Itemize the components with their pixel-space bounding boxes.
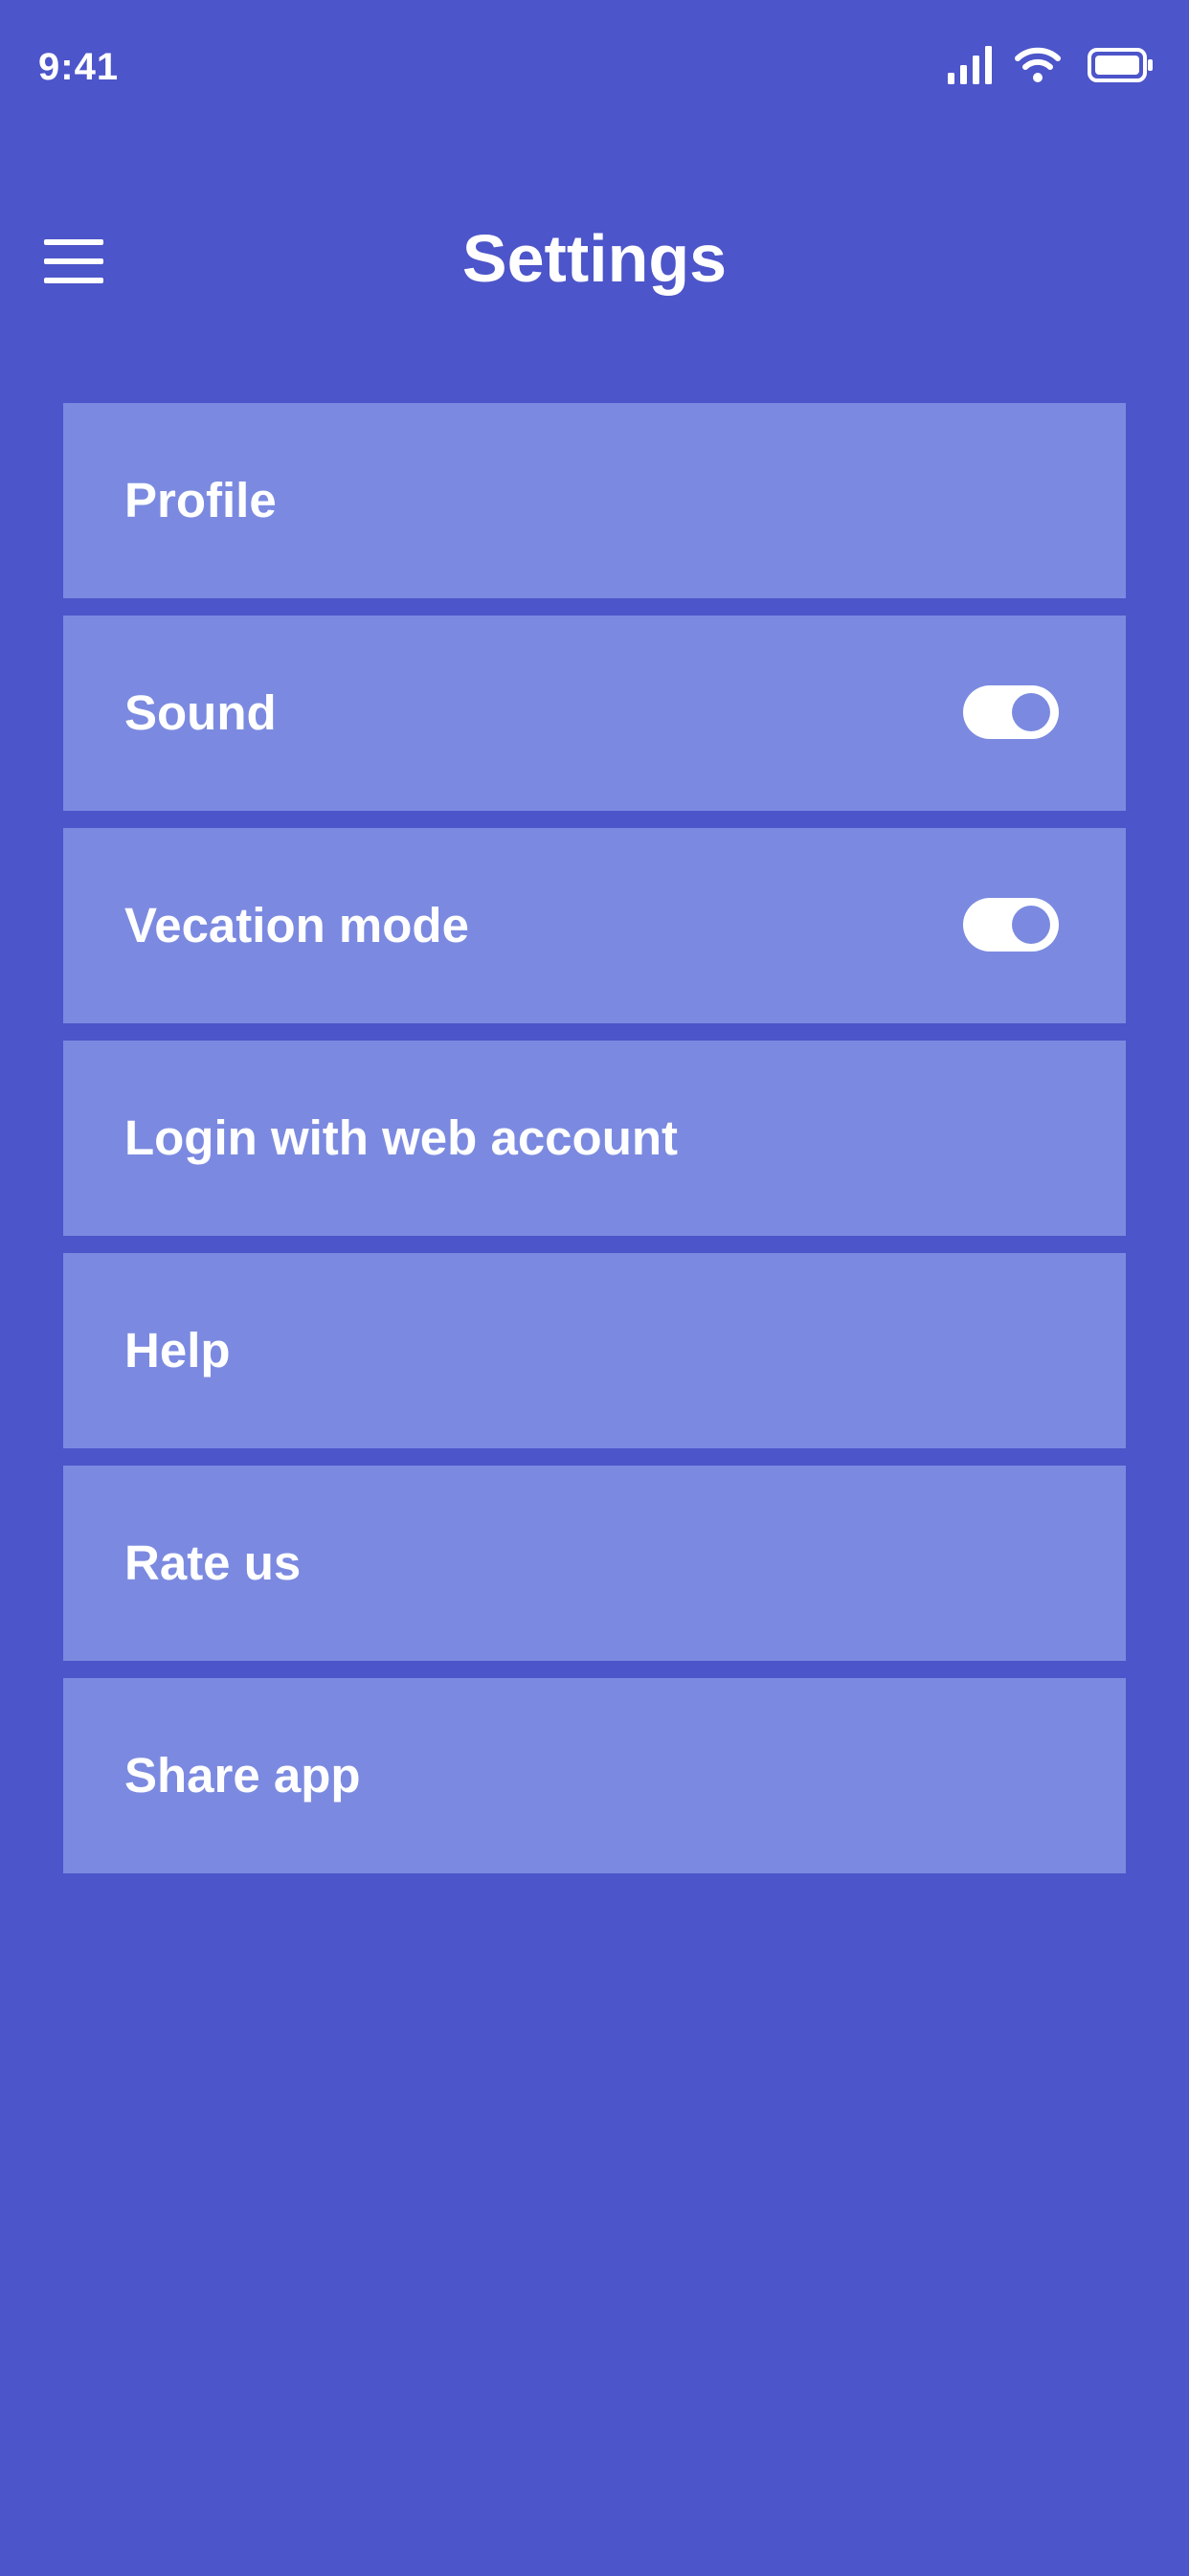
battery-icon — [1088, 48, 1153, 82]
sound-toggle[interactable] — [963, 685, 1059, 739]
settings-list: Profile Sound Vecation mode Login with w… — [63, 403, 1126, 1891]
wifi-icon — [1015, 47, 1061, 82]
signal-icon — [948, 46, 992, 84]
settings-item-rate-us[interactable]: Rate us — [63, 1466, 1126, 1661]
settings-item-help[interactable]: Help — [63, 1253, 1126, 1448]
status-time: 9:41 — [38, 46, 120, 88]
page-title: Settings — [461, 221, 728, 296]
settings-item-login-web-account[interactable]: Login with web account — [63, 1041, 1126, 1236]
settings-item-label: Sound — [124, 685, 277, 740]
settings-item-profile[interactable]: Profile — [63, 403, 1126, 598]
settings-item-share-app[interactable]: Share app — [63, 1678, 1126, 1873]
toggle-knob — [1012, 693, 1050, 731]
toggle-knob — [1012, 906, 1050, 944]
settings-item-label: Profile — [124, 473, 277, 527]
settings-item-sound[interactable]: Sound — [63, 616, 1126, 811]
app-header: Settings — [0, 191, 1189, 325]
settings-item-label: Vecation mode — [124, 898, 469, 952]
settings-item-label: Share app — [124, 1748, 361, 1803]
settings-item-label: Help — [124, 1323, 231, 1378]
settings-item-label: Rate us — [124, 1535, 302, 1590]
settings-item-vacation-mode[interactable]: Vecation mode — [63, 828, 1126, 1023]
status-bar: 9:41 — [0, 0, 1189, 134]
settings-item-label: Login with web account — [124, 1110, 678, 1165]
vacation-mode-toggle[interactable] — [963, 898, 1059, 952]
